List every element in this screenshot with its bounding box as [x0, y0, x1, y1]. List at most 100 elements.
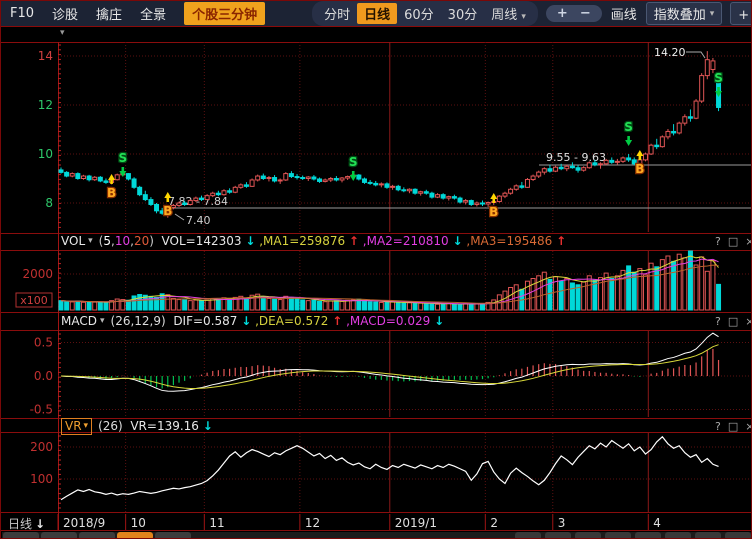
volume-bar — [138, 295, 142, 310]
close-icon[interactable]: × — [745, 315, 752, 329]
volume-bar — [694, 265, 698, 310]
header-segment: ,MACD=0.029 — [342, 314, 434, 328]
volume-bar — [346, 300, 350, 310]
vr-indicator-dropdown[interactable]: VR▾ — [61, 418, 92, 435]
help-icon[interactable]: ? — [715, 315, 721, 329]
candle-body — [430, 193, 434, 197]
volume-bar — [475, 304, 479, 310]
candle-body — [688, 117, 692, 118]
candle-body — [677, 123, 681, 133]
maximize-icon[interactable]: □ — [728, 235, 738, 249]
annotation-pointer — [686, 52, 705, 58]
volume-bar — [396, 302, 400, 310]
scrollbar-segment[interactable] — [575, 532, 601, 539]
volume-bar — [672, 261, 676, 310]
candle-body — [621, 158, 625, 161]
volume-bar — [643, 275, 647, 310]
candle-body — [261, 176, 265, 178]
chevron-down-icon: ▾ — [88, 234, 93, 249]
volume-bar — [700, 257, 704, 310]
candle-body — [211, 193, 215, 195]
scrollbar-segment[interactable] — [725, 532, 751, 539]
candle-body — [115, 175, 119, 180]
candle-body — [391, 186, 395, 187]
candle-body — [700, 76, 704, 101]
scrollbar-segment[interactable] — [79, 532, 115, 539]
candle-body — [278, 180, 282, 181]
header-segment: VR=139.16 — [123, 419, 203, 433]
scrollbar-segment[interactable] — [665, 532, 691, 539]
header-segment: 10 — [115, 234, 130, 248]
volume-bar — [492, 300, 496, 310]
maximize-icon[interactable]: □ — [728, 315, 738, 329]
sell-marker: S — [118, 151, 127, 165]
candle-body — [318, 179, 322, 181]
period-axis-label[interactable]: 日线↓ — [8, 515, 45, 532]
candle-body — [582, 168, 586, 170]
macd-tick-label: -0.5 — [30, 403, 53, 417]
volume-bar — [177, 300, 181, 310]
sell-arrow-icon — [625, 136, 632, 146]
candle-body — [81, 176, 85, 178]
scrollbar-segment[interactable] — [155, 532, 191, 539]
vol-indicator-dropdown[interactable]: VOL▾ — [61, 234, 93, 249]
candle-body — [627, 158, 631, 160]
scrollbar-segment[interactable] — [545, 532, 571, 539]
candle-body — [525, 179, 529, 187]
scrollbar-segment[interactable] — [605, 532, 631, 539]
scrollbar-thumb[interactable] — [117, 532, 153, 539]
candle-body — [610, 160, 614, 162]
candle-body — [284, 174, 288, 180]
price-annotation: 14.20 — [654, 46, 686, 59]
header-segment: ↓ — [434, 314, 444, 328]
volume-bar — [289, 297, 293, 310]
price-annotation: 7.82 - 7.84 — [168, 195, 228, 208]
macd-panel-header: MACD▾ (26,12,9) DIF=0.587 ↓ ,DEA=0.572 ↑… — [61, 314, 444, 329]
help-icon[interactable]: ? — [715, 235, 721, 249]
volume-bar — [391, 302, 395, 310]
macd-tick-label: 0.0 — [34, 369, 53, 383]
macd-indicator-dropdown[interactable]: MACD▾ — [61, 314, 105, 329]
maximize-icon[interactable]: □ — [728, 420, 738, 434]
scrollbar-segment[interactable] — [635, 532, 661, 539]
scrollbar-segment[interactable] — [41, 532, 77, 539]
x-axis-label: 4 — [653, 516, 661, 530]
header-segment: ↓ — [203, 419, 213, 433]
volume-bar — [171, 298, 175, 310]
volume-bar — [301, 300, 305, 310]
header-segment: ,DEA=0.572 — [251, 314, 332, 328]
volume-bar — [705, 271, 709, 310]
candle-body — [194, 198, 198, 200]
header-segment: ↓ — [241, 314, 251, 328]
volume-bar — [216, 299, 220, 310]
volume-bar — [688, 251, 692, 310]
candle-body — [368, 182, 372, 183]
close-icon[interactable]: × — [745, 235, 752, 249]
sell-marker: S — [714, 71, 723, 85]
candle-body — [497, 196, 501, 201]
candle-body — [514, 186, 518, 189]
volume-bar — [261, 297, 265, 310]
candle-body — [256, 176, 260, 180]
scrollbar-segment[interactable] — [3, 532, 39, 539]
annotation-pointer — [175, 214, 184, 220]
candle-body — [177, 203, 181, 205]
volume-bar — [318, 301, 322, 310]
candle-body — [587, 163, 591, 168]
help-icon[interactable]: ? — [715, 420, 721, 434]
candle-body — [65, 172, 69, 176]
candle-body — [615, 161, 619, 162]
volume-bar — [655, 267, 659, 310]
volume-bar — [329, 301, 333, 310]
volume-bar — [649, 263, 653, 310]
volume-bar — [525, 281, 529, 310]
scrollbar-segment[interactable] — [515, 532, 541, 539]
main-indicator-dropdown[interactable]: ▾ — [60, 28, 65, 38]
header-segment: DIF=0.587 — [166, 314, 242, 328]
scrollbar-segment[interactable] — [695, 532, 721, 539]
candle-body — [239, 185, 243, 187]
close-icon[interactable]: × — [745, 420, 752, 434]
chart-canvas[interactable]: 2018/91011122019/123414121082000x1000.50… — [1, 1, 752, 539]
volume-bar — [273, 299, 277, 310]
volume-bar — [334, 301, 338, 310]
